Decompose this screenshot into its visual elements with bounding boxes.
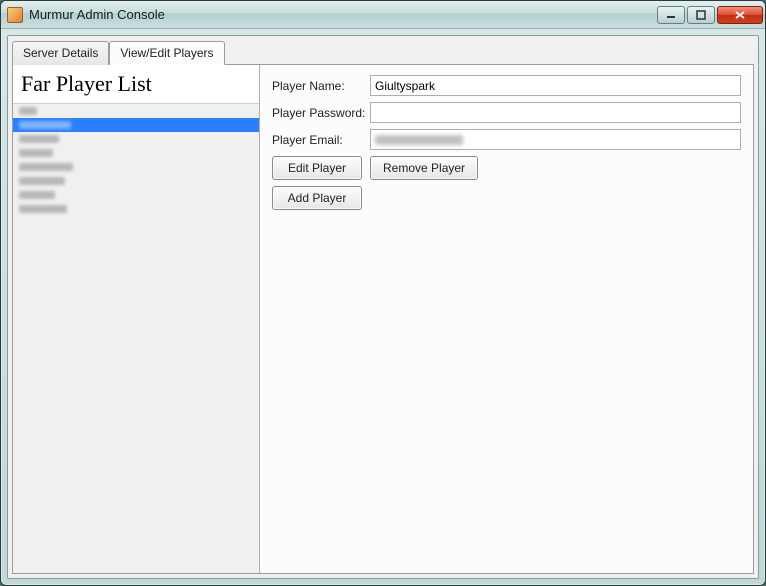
tab-panel: Far Player List Player Name: Player Pass… <box>12 64 754 574</box>
list-item[interactable] <box>13 160 259 174</box>
player-password-field[interactable] <box>370 102 741 123</box>
add-player-button[interactable]: Add Player <box>272 186 362 210</box>
label-player-password: Player Password: <box>272 106 370 120</box>
button-row-1: Edit Player Remove Player <box>272 156 741 180</box>
app-icon <box>7 7 23 23</box>
blurred-player-name <box>19 177 65 185</box>
label-player-name: Player Name: <box>272 79 370 93</box>
edit-player-button[interactable]: Edit Player <box>272 156 362 180</box>
player-list-pane: Far Player List <box>13 65 260 573</box>
player-form-pane: Player Name: Player Password: Player Ema… <box>260 65 753 573</box>
blurred-player-name <box>19 135 59 143</box>
minimize-button[interactable] <box>657 6 685 24</box>
blurred-player-name <box>19 121 71 129</box>
tab-strip: Server Details View/Edit Players <box>12 40 754 64</box>
list-item[interactable] <box>13 104 259 118</box>
window-title: Murmur Admin Console <box>29 7 657 22</box>
list-item[interactable] <box>13 132 259 146</box>
player-email-field[interactable] <box>370 129 741 150</box>
button-row-2: Add Player <box>272 186 741 210</box>
player-list-header: Far Player List <box>13 65 259 104</box>
window-controls <box>657 6 763 24</box>
blurred-player-name <box>19 149 53 157</box>
remove-player-button[interactable]: Remove Player <box>370 156 478 180</box>
tab-server-details[interactable]: Server Details <box>12 41 109 65</box>
tab-view-edit-players[interactable]: View/Edit Players <box>109 41 224 65</box>
row-player-name: Player Name: <box>272 75 741 96</box>
blurred-player-name <box>19 191 55 199</box>
titlebar[interactable]: Murmur Admin Console <box>1 1 765 29</box>
list-item[interactable] <box>13 188 259 202</box>
minimize-icon <box>666 10 676 20</box>
row-player-password: Player Password: <box>272 102 741 123</box>
app-window: Murmur Admin Console Server Details View… <box>0 0 766 586</box>
player-list[interactable] <box>13 104 259 573</box>
close-icon <box>734 10 746 20</box>
blurred-player-name <box>19 163 73 171</box>
list-item[interactable] <box>13 202 259 216</box>
label-player-email: Player Email: <box>272 133 370 147</box>
client-area: Server Details View/Edit Players Far Pla… <box>7 35 759 579</box>
maximize-icon <box>696 10 706 20</box>
player-name-field[interactable] <box>370 75 741 96</box>
close-button[interactable] <box>717 6 763 24</box>
list-item[interactable] <box>13 174 259 188</box>
maximize-button[interactable] <box>687 6 715 24</box>
blurred-player-name <box>19 107 37 115</box>
list-item[interactable] <box>13 146 259 160</box>
blurred-email-text <box>375 135 463 145</box>
list-item[interactable] <box>13 118 259 132</box>
row-player-email: Player Email: <box>272 129 741 150</box>
blurred-player-name <box>19 205 67 213</box>
